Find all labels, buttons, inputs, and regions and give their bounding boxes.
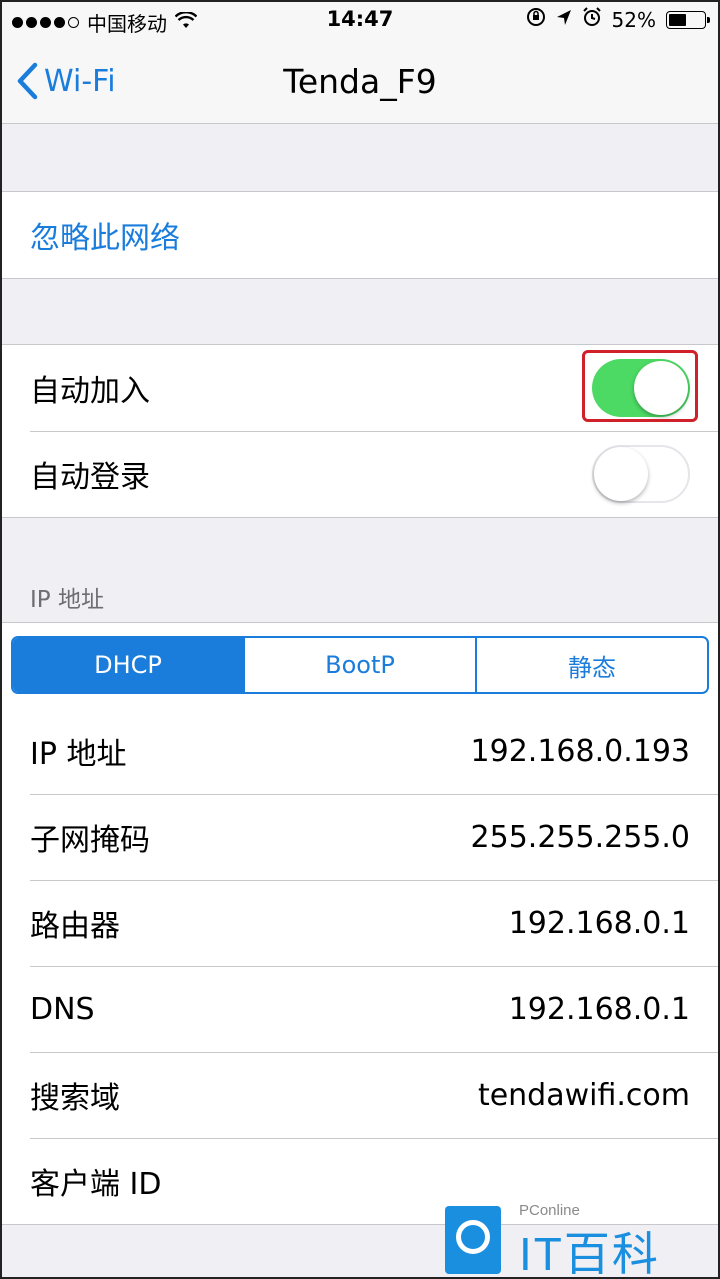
detail-label: 搜索域	[30, 1081, 120, 1116]
toggle-knob	[594, 447, 648, 501]
alarm-icon	[582, 7, 602, 32]
forget-network-button[interactable]: 忽略此网络	[0, 192, 720, 278]
status-bar: 中国移动 14:47 52%	[0, 0, 720, 40]
pconline-logo-icon	[445, 1206, 501, 1274]
detail-value: 192.168.0.1	[508, 991, 690, 1027]
detail-value: 192.168.0.193	[470, 733, 690, 769]
detail-value: 255.255.255.0	[470, 819, 690, 855]
location-icon	[556, 8, 572, 32]
battery-icon	[666, 10, 710, 29]
detail-row-dns: DNS 192.168.0.1	[0, 966, 720, 1052]
battery-percent: 52%	[611, 7, 656, 32]
auto-join-toggle[interactable]	[592, 359, 690, 417]
detail-row-router: 路由器 192.168.0.1	[0, 880, 720, 966]
auto-login-row: 自动登录	[0, 431, 720, 517]
detail-value: tendawifi.com	[477, 1077, 690, 1113]
navigation-bar: Wi-Fi Tenda_F9	[0, 40, 720, 124]
detail-label: 路由器	[30, 909, 120, 944]
watermark-small-text: PConline	[519, 1202, 580, 1219]
toggle-knob	[634, 361, 688, 415]
segment-dhcp[interactable]: DHCP	[13, 638, 243, 692]
auto-settings-group: 自动加入 自动登录	[0, 344, 720, 518]
segment-static[interactable]: 静态	[475, 638, 707, 692]
pconline-watermark: PConline IT百科	[445, 1200, 665, 1279]
ip-details-list: IP 地址 192.168.0.193 子网掩码 255.255.255.0 路…	[0, 708, 720, 1225]
detail-row-search-domain: 搜索域 tendawifi.com	[0, 1052, 720, 1138]
battery-level	[669, 13, 687, 26]
detail-label: 子网掩码	[30, 823, 150, 858]
auto-join-row: 自动加入	[0, 345, 720, 431]
detail-row-subnet: 子网掩码 255.255.255.0	[0, 794, 720, 880]
forget-network-label: 忽略此网络	[30, 221, 180, 256]
watermark-big-text: IT百科	[519, 1228, 660, 1279]
auto-join-label: 自动加入	[30, 374, 150, 409]
detail-label: 客户端 ID	[30, 1167, 162, 1202]
page-title: Tenda_F9	[283, 62, 437, 101]
detail-value: 192.168.0.1	[508, 905, 690, 941]
ip-section-header: IP 地址	[30, 587, 104, 613]
rotation-lock-icon	[526, 7, 546, 32]
status-right: 52%	[526, 7, 710, 32]
detail-label: DNS	[30, 991, 95, 1027]
detail-row-ip: IP 地址 192.168.0.193	[0, 708, 720, 794]
detail-label: IP 地址	[30, 737, 127, 772]
auto-login-label: 自动登录	[30, 460, 150, 495]
segment-bootp[interactable]: BootP	[243, 638, 475, 692]
auto-login-toggle[interactable]	[592, 445, 690, 503]
forget-network-group: 忽略此网络	[0, 191, 720, 279]
ip-mode-segmented-control: DHCP BootP 静态	[11, 636, 709, 694]
